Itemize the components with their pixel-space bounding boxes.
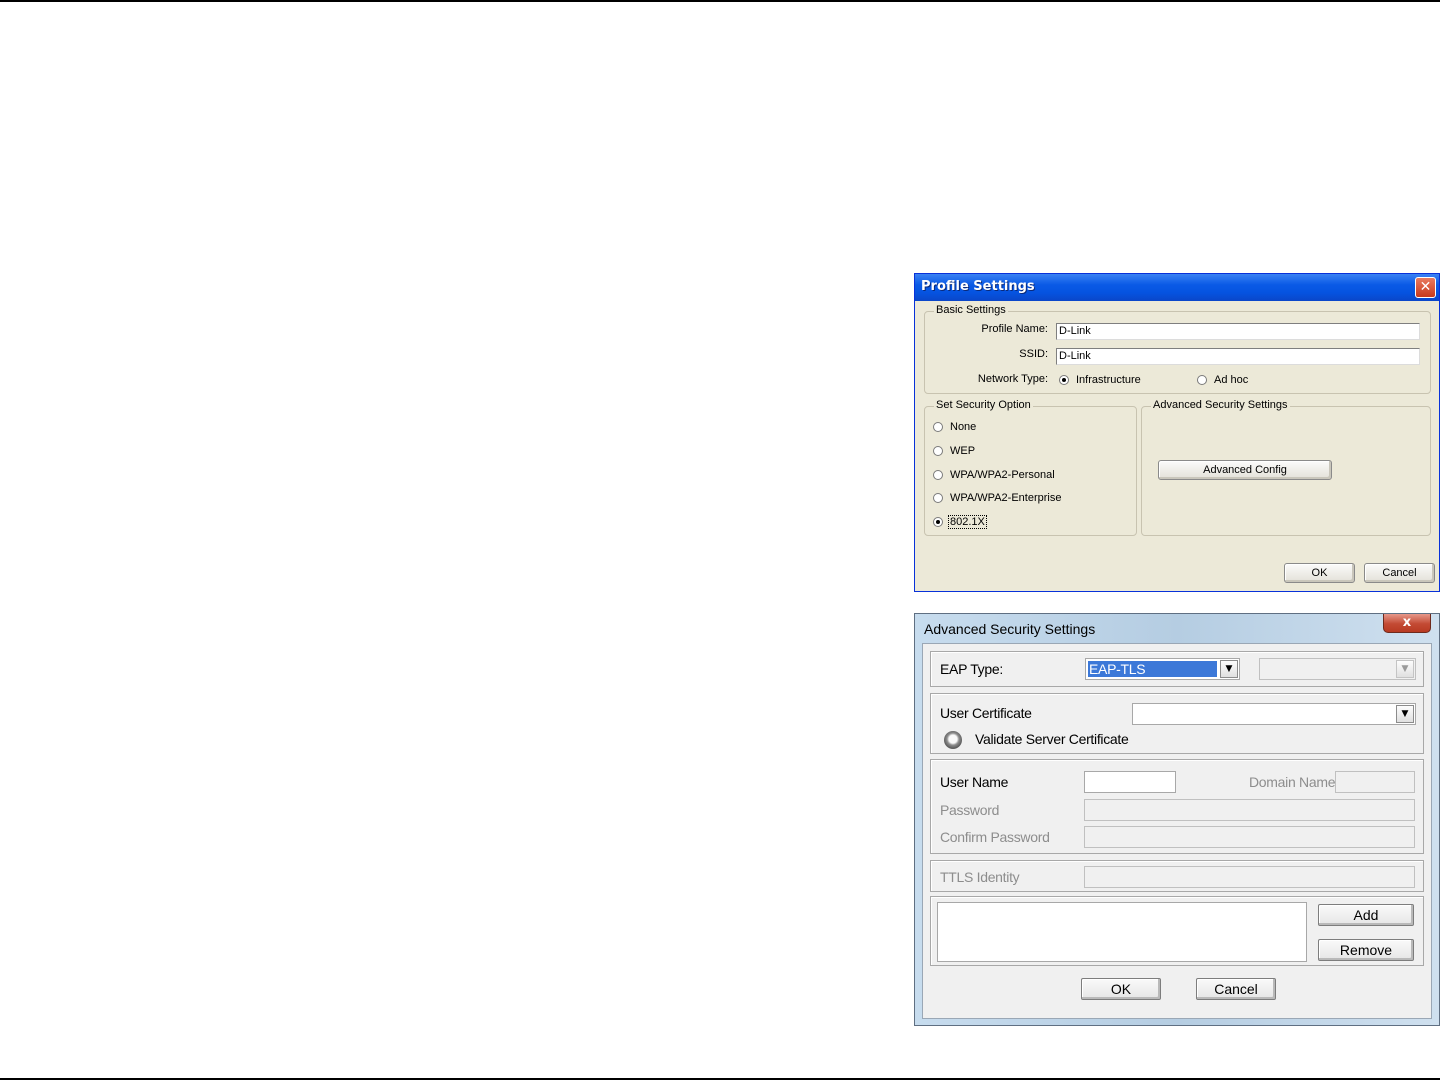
radio-none[interactable]: None [933,421,1113,435]
password-label: Password [940,802,1000,818]
profile-name-label: Profile Name: [981,323,1048,335]
radio-wpa-enterprise-label: WPA/WPA2-Enterprise [950,492,1062,504]
radio-8021x[interactable]: 802.1X [933,515,1113,530]
radio-indicator [933,422,943,432]
radio-selected-dot [936,520,940,524]
radio-wpa-enterprise[interactable]: WPA/WPA2-Enterprise [933,492,1113,506]
add-button[interactable]: Add [1318,904,1414,926]
advanced-security-group: Advanced Security Settings Advanced Conf… [1141,399,1431,536]
remove-button[interactable]: Remove [1318,939,1414,961]
radio-infrastructure-label: Infrastructure [1076,374,1141,386]
ssid-label: SSID: [1019,348,1048,360]
bottom-rule [0,1078,1440,1080]
credentials-panel: User Name Domain Name Password Confirm P… [930,759,1424,854]
security-option-legend: Set Security Option [934,399,1033,411]
close-icon: ✕ [1419,279,1432,295]
advanced-dialog-client: EAP Type: EAP-TLS ▼ ▼ User Certificate ▼… [922,643,1432,1019]
radio-wep-label: WEP [950,445,976,457]
eap-type-value: EAP-TLS [1088,661,1217,677]
certificate-list-panel: Add Remove [930,896,1424,966]
chevron-down-icon: ▼ [1396,660,1414,678]
close-icon: x [1402,615,1412,630]
close-button[interactable]: x [1383,614,1431,633]
security-option-group: Set Security Option None WEP WPA/WPA2-Pe… [924,399,1137,536]
user-name-field[interactable] [1084,771,1176,793]
radio-none-label: None [950,421,977,433]
radio-indicator [933,493,943,503]
radio-8021x-label: 802.1X [948,515,987,529]
cancel-button[interactable]: Cancel [1196,978,1276,1000]
radio-infrastructure[interactable]: Infrastructure [1059,374,1169,388]
eap-type-label: EAP Type: [940,661,1003,677]
profile-name-field[interactable]: D-Link [1056,323,1420,340]
basic-settings-group: Basic Settings Profile Name: D-Link SSID… [924,304,1431,394]
user-certificate-label: User Certificate [940,705,1032,721]
ttls-identity-panel: TTLS Identity [930,860,1424,892]
radio-indicator [1059,375,1069,385]
radio-wpa-personal-label: WPA/WPA2-Personal [950,469,1055,481]
advanced-security-dialog: Advanced Security Settings x EAP Type: E… [914,613,1440,1026]
profile-dialog-title: Profile Settings [921,279,1035,294]
advanced-security-legend: Advanced Security Settings [1151,399,1290,411]
cancel-button[interactable]: Cancel [1364,563,1435,583]
radio-adhoc-label: Ad hoc [1214,374,1249,386]
profile-dialog-titlebar[interactable]: Profile Settings ✕ [915,274,1439,301]
validate-server-certificate-label: Validate Server Certificate [975,731,1129,747]
ttls-identity-label: TTLS Identity [940,869,1020,885]
top-rule [0,0,1440,2]
eap-type-panel: EAP Type: EAP-TLS ▼ ▼ [930,651,1424,687]
radio-indicator [933,517,943,527]
radio-wep[interactable]: WEP [933,445,1113,459]
user-certificate-select[interactable]: ▼ [1132,703,1416,725]
ok-button[interactable]: OK [1284,563,1355,583]
advanced-config-button[interactable]: Advanced Config [1158,460,1332,480]
ssid-field[interactable]: D-Link [1056,348,1420,365]
basic-settings-legend: Basic Settings [934,304,1008,316]
profile-settings-dialog: Profile Settings ✕ Basic Settings Profil… [914,273,1440,592]
eap-type-select[interactable]: EAP-TLS ▼ [1085,658,1240,680]
ok-button[interactable]: OK [1081,978,1161,1000]
confirm-password-field[interactable] [1084,826,1415,848]
radio-wpa-personal[interactable]: WPA/WPA2-Personal [933,469,1113,483]
eap-subtype-select[interactable]: ▼ [1259,658,1416,680]
advanced-dialog-title: Advanced Security Settings [924,621,1096,637]
certificate-list[interactable] [937,902,1307,962]
user-name-label: User Name [940,774,1009,790]
radio-adhoc[interactable]: Ad hoc [1197,374,1267,388]
confirm-password-label: Confirm Password [940,829,1050,845]
radio-indicator [933,446,943,456]
password-field[interactable] [1084,799,1415,821]
chevron-down-icon: ▼ [1220,660,1238,678]
radio-selected-dot [1062,378,1066,382]
ttls-identity-field[interactable] [1084,866,1415,888]
network-type-label: Network Type: [977,373,1048,385]
radio-indicator [1197,375,1207,385]
validate-server-certificate-toggle[interactable] [944,731,962,749]
chevron-down-icon: ▼ [1396,705,1414,723]
user-certificate-panel: User Certificate ▼ Validate Server Certi… [930,693,1424,754]
domain-name-field[interactable] [1335,771,1415,793]
domain-name-label: Domain Name [1249,774,1336,790]
close-button[interactable]: ✕ [1415,277,1436,298]
radio-indicator [933,470,943,480]
